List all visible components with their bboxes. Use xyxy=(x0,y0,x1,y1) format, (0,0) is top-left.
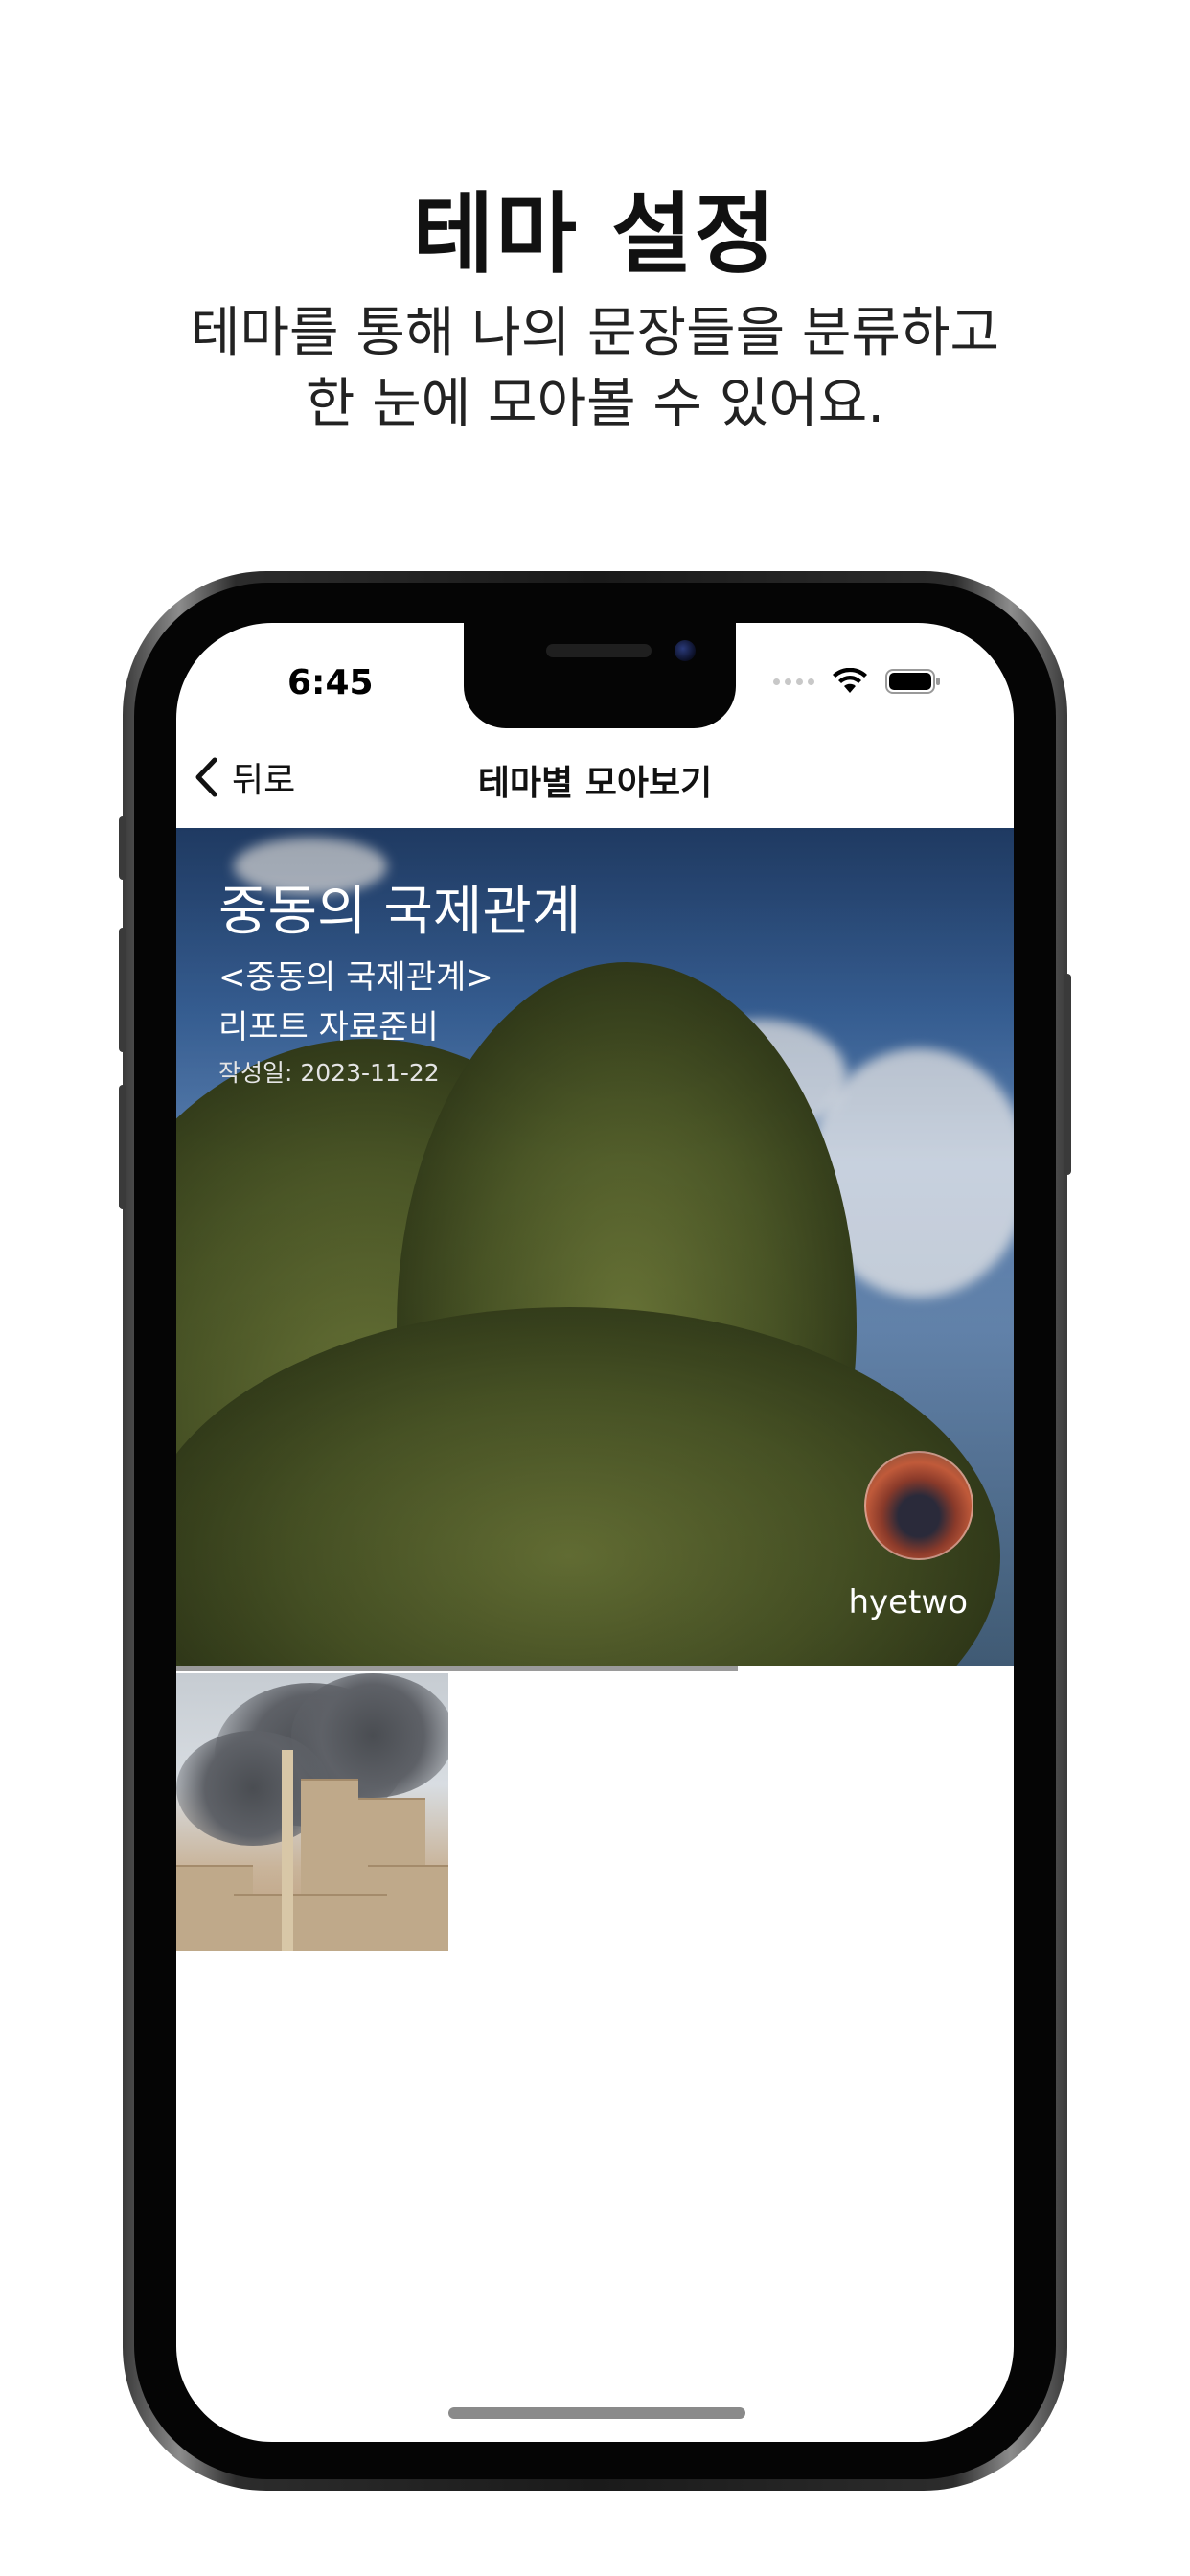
back-label: 뒤로 xyxy=(232,761,296,800)
promo-subtitle-line2: 한 눈에 모아볼 수 있어요. xyxy=(305,373,885,435)
status-icons xyxy=(773,667,941,696)
power-button xyxy=(1064,974,1071,1175)
nav-bar: 테마별 모아보기 뒤로 xyxy=(176,736,1014,818)
phone-screen: 6:45 테마별 모아보기 뒤로 중동의 국제관계 <중동의 국제관계> 리포트… xyxy=(176,623,1014,2442)
volume-up-button xyxy=(119,928,126,1052)
chevron-left-icon xyxy=(195,757,217,797)
notch xyxy=(464,623,736,728)
signal-dots-icon xyxy=(773,678,814,685)
theme-header-banner: 중동의 국제관계 <중동의 국제관계> 리포트 자료준비 작성일: 2023-1… xyxy=(176,828,1014,1666)
front-camera xyxy=(675,640,696,661)
nav-title: 테마별 모아보기 xyxy=(477,764,713,803)
earpiece xyxy=(546,644,652,657)
mute-switch xyxy=(119,816,126,880)
app-store-screenshot: 테마 설정 테마를 통해 나의 문장들을 분류하고 한 눈에 모아볼 수 있어요… xyxy=(0,0,1190,2576)
status-time: 6:45 xyxy=(287,663,374,702)
wifi-icon xyxy=(833,668,867,693)
promo-subtitle-line1: 테마를 통해 나의 문장들을 분류하고 xyxy=(190,302,999,364)
theme-subtitle: <중동의 국제관계> xyxy=(218,958,493,997)
author-username[interactable]: hyetwo xyxy=(751,1583,968,1622)
entry-thumbnail[interactable] xyxy=(176,1673,448,1951)
home-indicator[interactable] xyxy=(448,2407,745,2419)
promo-title: 테마 설정 xyxy=(412,183,778,286)
back-button[interactable]: 뒤로 xyxy=(194,753,295,801)
author-avatar[interactable] xyxy=(864,1451,973,1560)
theme-created-date: 작성일: 2023-11-22 xyxy=(218,1059,440,1087)
volume-down-button xyxy=(119,1085,126,1209)
battery-icon xyxy=(885,669,940,694)
theme-description: 리포트 자료준비 xyxy=(218,1008,439,1046)
theme-title: 중동의 국제관계 xyxy=(218,881,582,943)
scroll-progress-track xyxy=(176,1666,1014,1673)
scroll-progress-fill xyxy=(176,1666,738,1671)
